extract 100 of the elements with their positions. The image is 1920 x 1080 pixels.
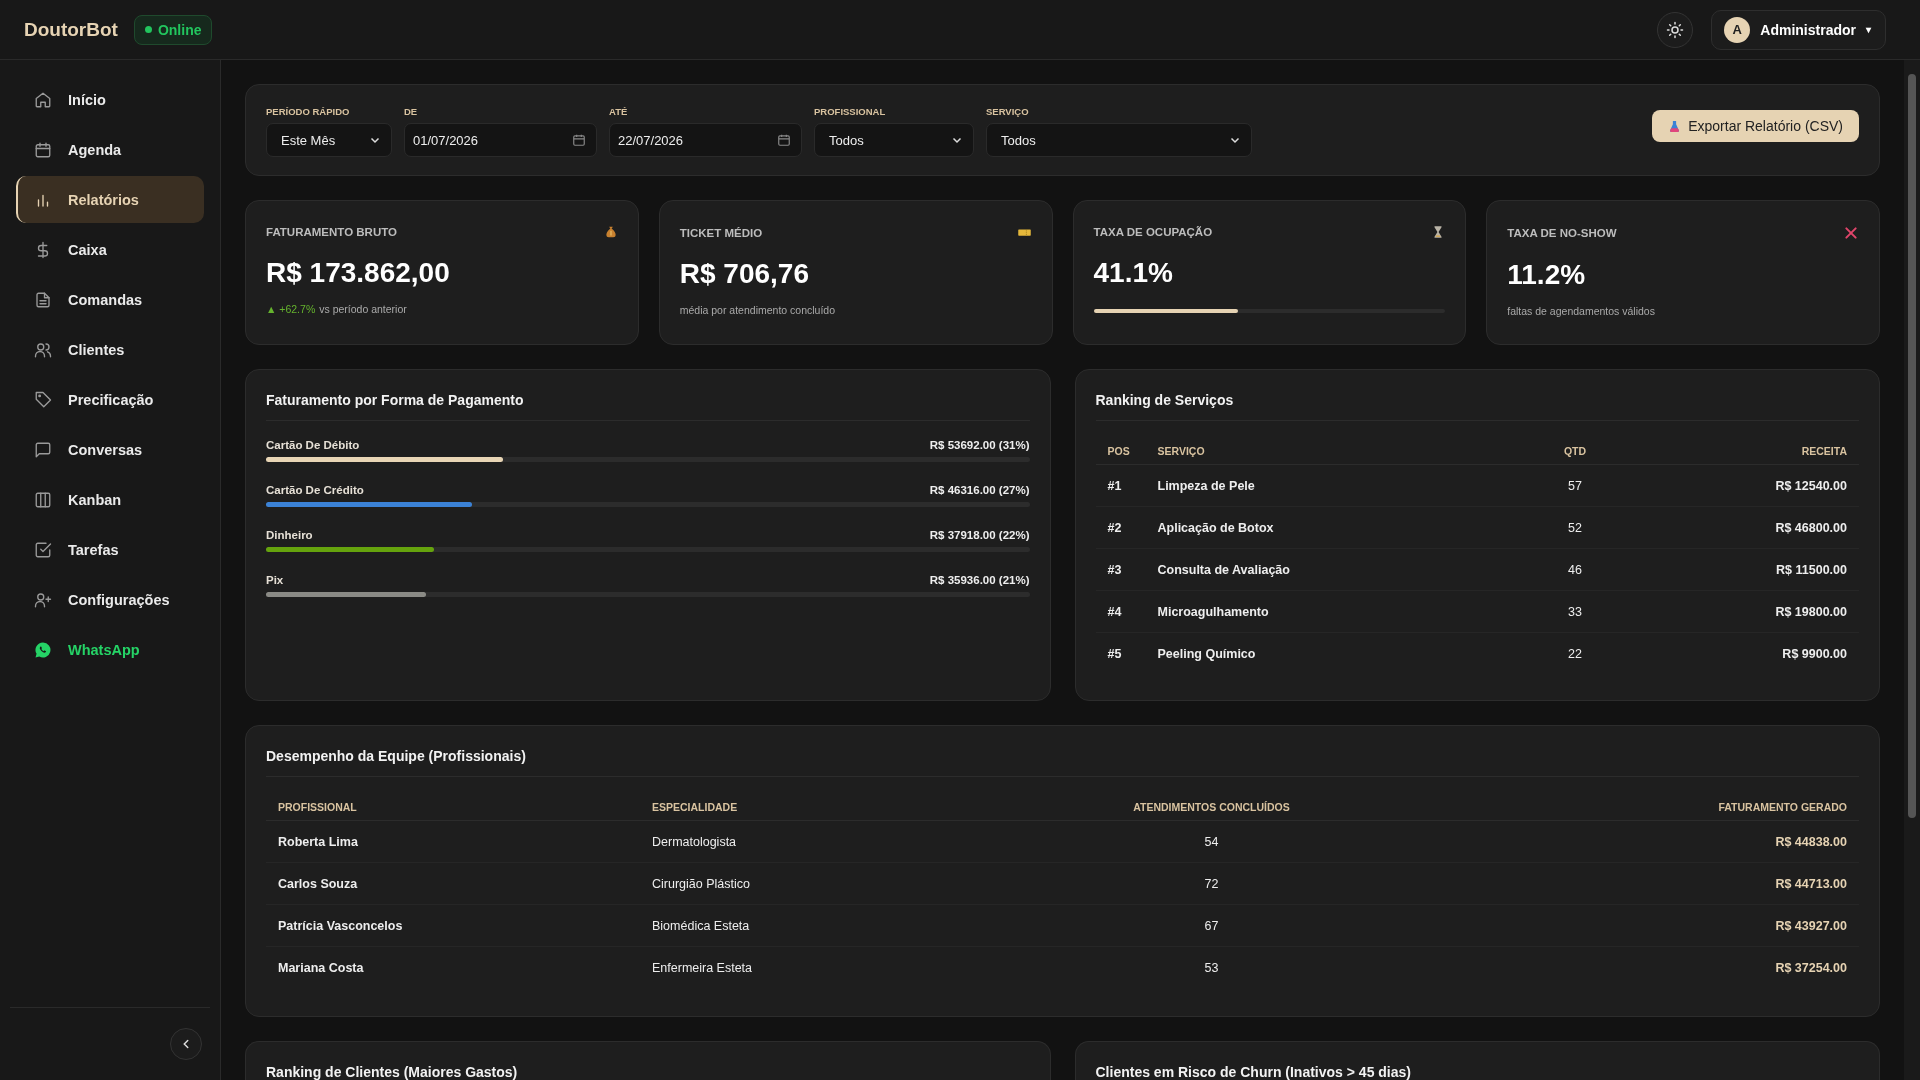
user-plus-icon <box>34 590 52 609</box>
select-field[interactable]: Todos <box>814 123 974 157</box>
close-icon <box>1843 225 1859 241</box>
users-icon <box>34 340 52 359</box>
field-label: ATÉ <box>609 106 629 117</box>
column-header: RECEITA <box>1630 435 1859 465</box>
table-cell: 67 <box>970 904 1453 947</box>
payment-method: Pix <box>266 574 284 586</box>
sidebar-item[interactable]: WhatsApp <box>16 626 204 673</box>
field-label: SERVIÇO <box>986 106 1030 117</box>
theme-toggle-button[interactable] <box>1657 11 1694 48</box>
table-cell: #4 <box>1095 590 1146 633</box>
date-field[interactable]: 01/07/2026 <box>404 123 597 157</box>
table-cell: R$ 9900.00 <box>1630 632 1859 674</box>
table-cell: Patrícia Vasconcelos <box>266 904 640 947</box>
table-cell: R$ 46800.00 <box>1630 506 1859 549</box>
kpi-title: FATURAMENTO BRUTO <box>266 226 397 238</box>
table-cell: #2 <box>1095 506 1146 549</box>
column-header: QTD <box>1519 435 1631 465</box>
kpi-caption: média por atendimento concluído <box>679 304 835 316</box>
column-header: SERVIÇO <box>1145 435 1520 465</box>
table-cell: 72 <box>970 862 1453 905</box>
table-cell: Limpeza de Pele <box>1145 464 1520 507</box>
payment-method: Dinheiro <box>266 529 313 541</box>
table-cell: R$ 19800.00 <box>1630 590 1859 633</box>
table-cell: Consulta de Avaliação <box>1145 548 1520 591</box>
table-cell: Mariana Costa <box>266 946 640 988</box>
status-badge: Online <box>133 14 213 45</box>
sidebar-item[interactable]: Relatórios <box>16 176 204 223</box>
sidebar-item[interactable]: Configurações <box>16 576 204 623</box>
trend-caption: vs período anterior <box>319 303 407 315</box>
column-header: FATURAMENTO GERADO <box>1452 791 1859 821</box>
field-label: PERÍODO RÁPIDO <box>266 106 351 117</box>
table-cell: #5 <box>1095 632 1146 674</box>
whatsapp-icon <box>34 640 52 659</box>
columns-icon <box>34 490 52 509</box>
table-cell: Biomédica Esteta <box>640 904 971 947</box>
panel-title: Faturamento por Forma de Pagamento <box>266 392 1030 421</box>
kpi-value: 41.1% <box>1093 257 1174 289</box>
table-cell: 46 <box>1519 548 1631 591</box>
table-cell: Roberta Lima <box>266 820 640 863</box>
document-icon <box>34 290 52 309</box>
payment-method: Cartão De Débito <box>266 439 360 451</box>
table-cell: Carlos Souza <box>266 862 640 905</box>
trend-value: ▲ +62.7% <box>266 303 316 315</box>
export-button[interactable]: Exportar Relatório (CSV) <box>1652 110 1859 142</box>
sidebar-item[interactable]: Início <box>16 76 204 123</box>
select-field[interactable]: Este Mês <box>266 123 392 157</box>
table-cell: R$ 12540.00 <box>1630 464 1859 507</box>
flask-icon <box>1668 119 1682 133</box>
column-header: POS <box>1095 435 1146 465</box>
chat-icon <box>34 440 52 459</box>
sidebar-item[interactable]: Agenda <box>16 126 204 173</box>
checkbox-icon <box>34 540 52 559</box>
table-cell: 53 <box>970 946 1453 988</box>
kpi-title: TAXA DE NO-SHOW <box>1507 227 1617 239</box>
sidebar-item[interactable]: Clientes <box>16 326 204 373</box>
payment-amount: R$ 46316.00 (27%) <box>929 484 1030 496</box>
panel-title: Clientes em Risco de Churn (Inativos > 45 dias) <box>1095 1064 1412 1080</box>
panel-title: Ranking de Clientes (Maiores Gastos) <box>266 1064 519 1080</box>
kpi-value: 11.2% <box>1507 259 1587 291</box>
sidebar-item[interactable]: Conversas <box>16 426 204 473</box>
field-label: PROFISSIONAL <box>814 106 887 117</box>
table-cell: #1 <box>1095 464 1146 507</box>
column-header: PROFISSIONAL <box>266 791 640 821</box>
sidebar-item[interactable]: Precificação <box>16 376 204 423</box>
calendar-icon <box>34 140 52 159</box>
field-label: DE <box>404 106 419 117</box>
table-cell: Microagulhamento <box>1145 590 1520 633</box>
table-cell: Enfermeira Esteta <box>640 946 971 988</box>
sidebar-item[interactable]: Kanban <box>16 476 204 523</box>
table-cell: R$ 11500.00 <box>1630 548 1859 591</box>
calendar-icon <box>572 133 586 147</box>
column-header: ATENDIMENTOS CONCLUÍDOS <box>970 791 1453 821</box>
sidebar-item[interactable]: Comandas <box>16 276 204 323</box>
sidebar-item[interactable]: Tarefas <box>16 526 204 573</box>
payment-method: Cartão De Crédito <box>266 484 364 496</box>
table-cell: 33 <box>1519 590 1631 633</box>
table-cell: 52 <box>1519 506 1631 549</box>
kpi-value: R$ 706,76 <box>679 258 810 290</box>
home-icon <box>34 90 52 109</box>
payment-amount: R$ 53692.00 (31%) <box>929 439 1030 451</box>
date-field[interactable]: 22/07/2026 <box>609 123 802 157</box>
table-cell: Peeling Químico <box>1145 632 1520 674</box>
panel-title: Ranking de Serviços <box>1095 392 1859 421</box>
column-header: ESPECIALIDADE <box>640 791 971 821</box>
table-cell: 22 <box>1519 632 1631 674</box>
user-menu-button[interactable]: A Administrador ▾ <box>1711 9 1886 50</box>
avatar: A <box>1724 16 1751 43</box>
select-field[interactable]: Todos <box>986 123 1252 157</box>
kpi-title: TAXA DE OCUPAÇÃO <box>1093 226 1213 238</box>
payment-amount: R$ 37918.00 (22%) <box>929 529 1030 541</box>
sun-icon <box>1666 20 1685 39</box>
payment-amount: R$ 35936.00 (21%) <box>929 574 1030 586</box>
money-bag-icon <box>603 225 618 239</box>
kpi-value: R$ 173.862,00 <box>266 257 451 289</box>
table-cell: 57 <box>1519 464 1631 507</box>
table-cell: R$ 37254.00 <box>1452 946 1859 988</box>
sidebar-item[interactable]: Caixa <box>16 226 204 273</box>
table-cell: R$ 44838.00 <box>1452 820 1859 863</box>
